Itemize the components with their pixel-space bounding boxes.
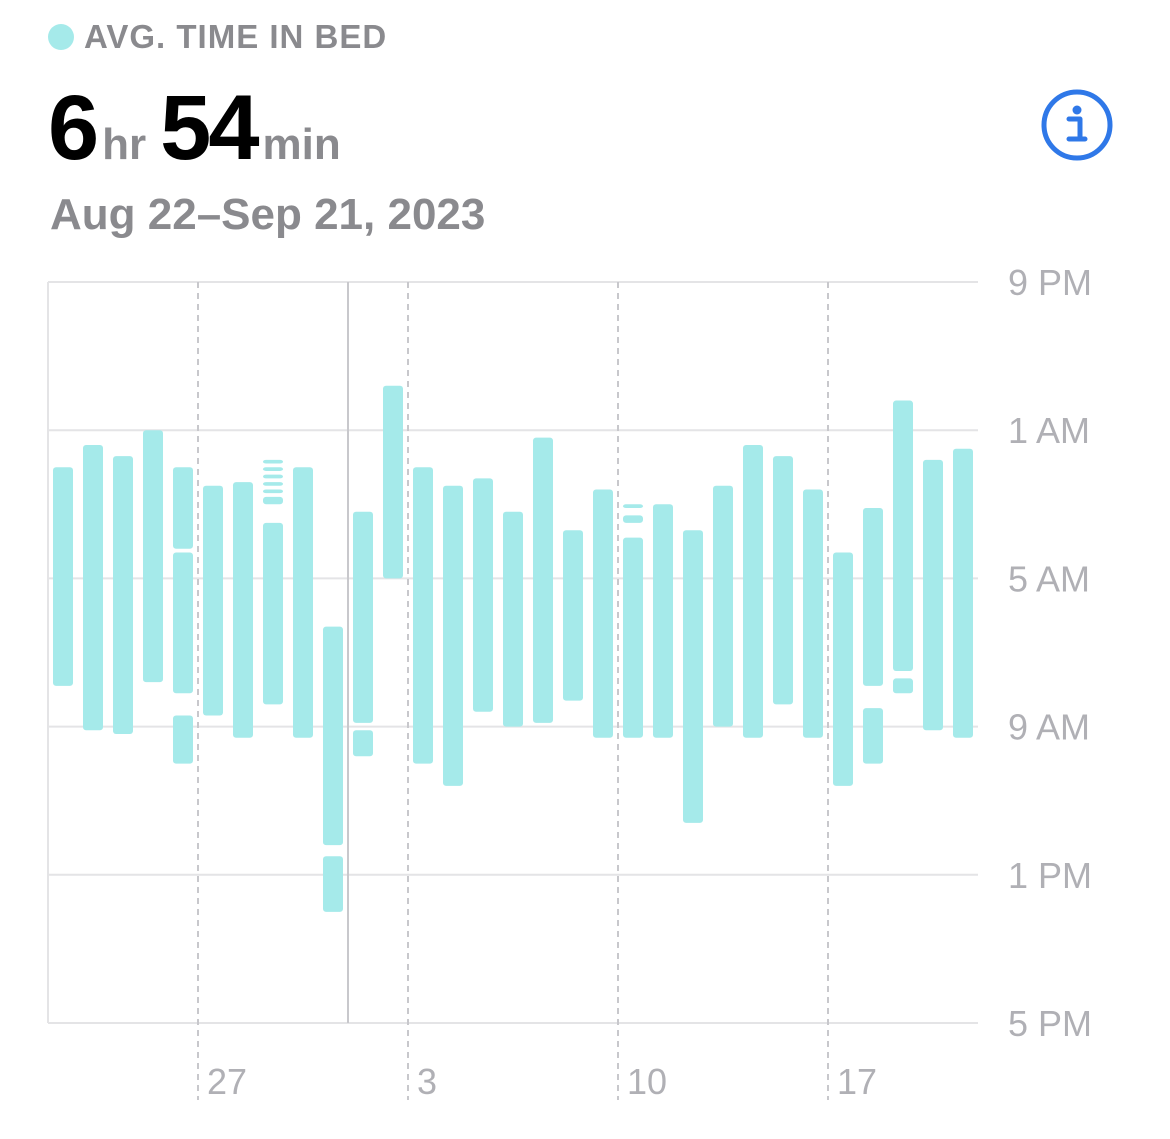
sleep-bar: [263, 459, 283, 464]
sleep-bar: [923, 459, 943, 731]
sleep-bar: [173, 715, 193, 764]
sleep-bar: [263, 474, 283, 479]
sleep-bar: [173, 552, 193, 694]
sleep-bar: [293, 467, 313, 738]
sleep-bar: [203, 485, 223, 716]
sleep-bar: [143, 430, 163, 683]
sleep-bar: [233, 482, 253, 738]
sleep-bar: [83, 445, 103, 731]
sleep-bar: [623, 504, 643, 509]
y-tick-label: 5 AM: [1008, 558, 1090, 599]
sleep-bar: [263, 496, 283, 505]
sleep-bar: [413, 467, 433, 764]
x-tick-label: 27: [207, 1061, 247, 1102]
sleep-bar: [353, 730, 373, 757]
sleep-bar: [263, 489, 283, 494]
sleep-bar: [683, 530, 703, 823]
sleep-bar: [863, 508, 883, 686]
sleep-bar: [263, 467, 283, 471]
sleep-bar: [533, 437, 553, 723]
sleep-bar: [743, 445, 763, 738]
sleep-bar: [323, 856, 343, 912]
sleep-bar: [53, 467, 73, 686]
sleep-bar: [953, 448, 973, 738]
sleep-bar: [653, 504, 673, 738]
x-tick-label: 3: [417, 1061, 437, 1102]
sleep-chart: 9 PM 1 AM 5 AM 9 AM 1 PM 5 PM 27 3 10 17: [47, 262, 1092, 1102]
sleep-bar: [773, 456, 793, 705]
x-tick-label: 17: [837, 1061, 877, 1102]
sleep-bar: [173, 467, 193, 549]
sleep-bar: [713, 485, 733, 727]
sleep-bar: [833, 552, 853, 786]
sleep-bar: [623, 537, 643, 738]
sleep-bar: [503, 511, 523, 727]
x-tick-label: 10: [627, 1061, 667, 1102]
sleep-bar: [473, 478, 493, 712]
sleep-bar: [383, 385, 403, 579]
sleep-bar: [353, 511, 373, 723]
sleep-bar: [263, 482, 283, 486]
sleep-bar: [803, 489, 823, 738]
sleep-bar: [863, 708, 883, 764]
sleep-bar: [323, 626, 343, 846]
sleep-bar: [893, 678, 913, 694]
sleep-bar: [563, 530, 583, 701]
y-tick-label: 5 PM: [1008, 1003, 1092, 1044]
y-tick-label: 9 PM: [1008, 262, 1092, 303]
y-tick-label: 9 AM: [1008, 707, 1090, 748]
sleep-bar: [623, 515, 643, 523]
y-tick-label: 1 AM: [1008, 410, 1090, 451]
sleep-bar: [443, 485, 463, 786]
sleep-bar: [263, 522, 283, 705]
y-tick-label: 1 PM: [1008, 855, 1092, 896]
sleep-bar: [113, 456, 133, 735]
sleep-bar: [593, 489, 613, 738]
sleep-bar: [893, 400, 913, 672]
